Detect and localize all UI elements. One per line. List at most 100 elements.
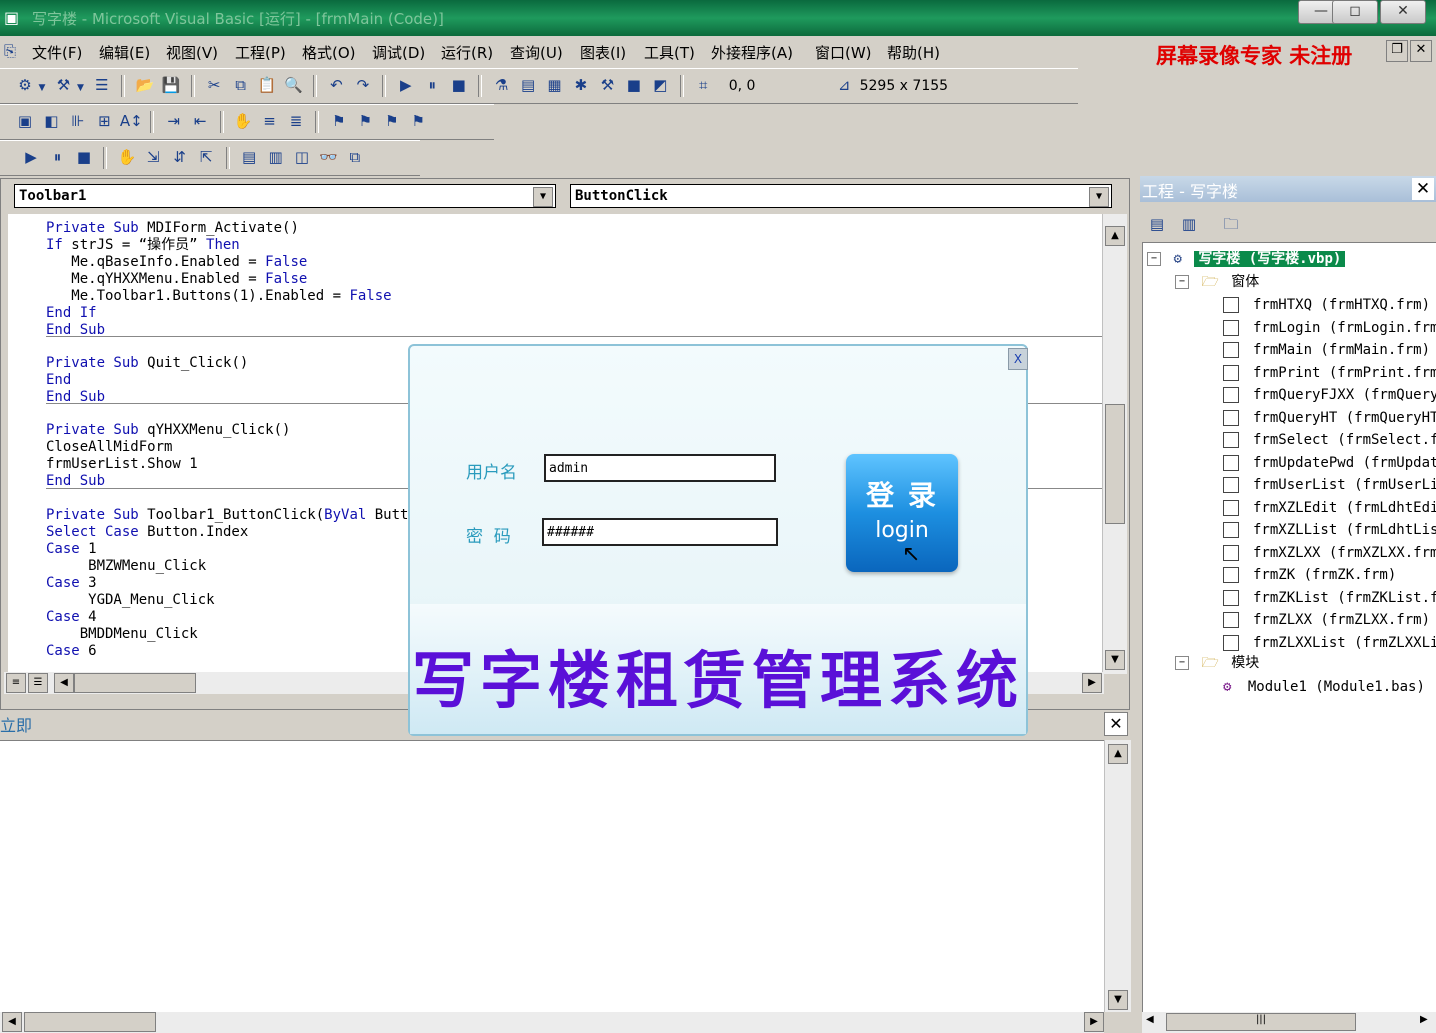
code-vertical-scrollbar[interactable]: ▲ ▼ [1102,214,1127,674]
list-item[interactable]: frmMain (frmMain.frm) [1223,340,1430,360]
bring-to-front-icon[interactable]: ▣ [14,111,36,131]
locals-window-icon[interactable]: ▤ [238,147,260,167]
form-layout-icon[interactable]: ▦ [544,75,566,95]
comment-block-icon[interactable]: ≡ [259,111,281,131]
debug-start-icon[interactable]: ▶ [20,147,42,167]
scroll-left-icon[interactable]: ◀ [54,673,74,693]
project-horizontal-scrollbar[interactable]: ◀ ||| ▶ [1142,1012,1436,1033]
debug-breakpoint-icon[interactable]: ✋ [116,147,138,167]
hscroll-thumb[interactable] [24,1012,156,1032]
previous-bookmark-icon[interactable]: ⚑ [381,111,403,131]
debug-break-icon[interactable]: ⏸ [46,147,68,167]
chevron-down-icon[interactable]: ▼ [533,187,553,207]
view-code-icon[interactable]: ▤ [1146,214,1168,234]
list-item[interactable]: frmQueryFJXX (frmQuery [1223,385,1436,405]
menu-edit[interactable]: 编辑(E) [99,42,150,63]
menu-window[interactable]: 窗口(W) [815,42,872,63]
list-item[interactable]: frmSelect (frmSelect.f [1223,430,1436,450]
scroll-right-icon[interactable]: ▶ [1084,1012,1104,1032]
hscroll-thumb[interactable] [74,673,196,693]
list-item[interactable]: frmZKList (frmZKList.f [1223,588,1436,608]
scroll-left-icon[interactable]: ◀ [1146,1014,1154,1025]
immediate-window[interactable] [0,740,1104,1013]
uncomment-block-icon[interactable]: ≣ [285,111,307,131]
debug-end-icon[interactable]: ■ [73,147,95,167]
paste-icon[interactable]: 📋 [256,75,278,95]
menu-help[interactable]: 帮助(H) [887,42,940,63]
step-into-icon[interactable]: ⇲ [142,147,164,167]
menu-file[interactable]: 文件(F) [32,42,82,63]
call-stack-icon[interactable]: ⧉ [344,147,366,167]
list-item[interactable]: frmLogin (frmLogin.frm [1223,318,1436,338]
menu-project[interactable]: 工程(P) [235,42,286,63]
start-icon[interactable]: ▶ [395,75,417,95]
step-over-icon[interactable]: ⇵ [169,147,191,167]
menu-run[interactable]: 运行(R) [441,42,493,63]
menu-tools[interactable]: 工具(T) [644,42,695,63]
add-project-icon[interactable]: ⚙ [14,75,36,95]
tree-folder-forms[interactable]: − 🗁 窗体 [1175,272,1259,292]
chevron-down-icon[interactable]: ▼ [1089,187,1109,207]
object-browser-icon[interactable]: ✱ [570,75,592,95]
tree-root[interactable]: − ⚙ 写字楼 (写字楼.vbp) [1147,249,1346,269]
scroll-thumb[interactable] [1105,404,1125,524]
procedure-combo[interactable]: ButtonClick ▼ [570,184,1112,208]
data-view-icon[interactable]: ■ [623,75,645,95]
login-close-button[interactable]: X [1008,348,1028,370]
immediate-vertical-scrollbar[interactable]: ▲ ▼ [1104,740,1131,1012]
undo-icon[interactable]: ↶ [325,75,347,95]
hscroll-thumb[interactable]: ||| [1166,1013,1356,1031]
tree-folder-modules[interactable]: − 🗁 模块 [1175,653,1259,673]
menu-query[interactable]: 查询(U) [510,42,563,63]
visual-component-icon[interactable]: ◩ [649,75,671,95]
align-icon[interactable]: ⊪ [67,111,89,131]
mdi-restore-button[interactable]: ❐ [1386,40,1408,62]
list-item[interactable]: frmQueryHT (frmQueryHT [1223,408,1436,428]
next-bookmark-icon[interactable]: ⚑ [354,111,376,131]
scroll-up-icon[interactable]: ▲ [1108,744,1128,764]
outdent-icon[interactable]: ⇤ [189,111,211,131]
full-module-view-icon[interactable]: ☰ [28,673,48,693]
immediate-close-icon[interactable]: ✕ [1104,712,1128,736]
send-to-back-icon[interactable]: ◧ [40,111,62,131]
add-form-icon[interactable]: ⚒ [52,75,74,95]
list-item[interactable]: frmXZLEdit (frmLdhtEdi [1223,498,1436,518]
list-item[interactable]: ⚙ Module1 (Module1.bas) [1223,677,1425,697]
username-input[interactable] [544,454,776,482]
project-close-icon[interactable]: ✕ [1412,178,1434,200]
menu-format[interactable]: 格式(O) [302,42,356,63]
list-item[interactable]: frmPrint (frmPrint.frm [1223,363,1436,383]
object-combo[interactable]: Toolbar1 ▼ [14,184,556,208]
menu-chart[interactable]: 图表(I) [580,42,626,63]
end-icon[interactable]: ■ [448,75,470,95]
redo-icon[interactable]: ↷ [352,75,374,95]
menu-view[interactable]: 视图(V) [166,42,218,63]
close-button[interactable]: ✕ [1380,0,1426,24]
immediate-window-icon[interactable]: ▥ [265,147,287,167]
list-item[interactable]: frmZLXXList (frmZLXXLi [1223,633,1436,653]
list-item[interactable]: frmZLXX (frmZLXX.frm) [1223,610,1430,630]
scroll-right-icon[interactable]: ▶ [1420,1014,1428,1025]
project-tree[interactable]: − ⚙ 写字楼 (写字楼.vbp) − 🗁 窗体 frmHTXQ (frmHTX… [1142,242,1436,1014]
list-item[interactable]: frmXZLList (frmLdhtLis [1223,520,1436,540]
scroll-right-icon[interactable]: ▶ [1082,673,1102,693]
cut-icon[interactable]: ✂ [203,75,225,95]
save-icon[interactable]: 💾 [160,75,182,95]
project-explorer-icon[interactable]: ⚗ [491,75,513,95]
step-out-icon[interactable]: ⇱ [195,147,217,167]
center-icon[interactable]: ⊞ [93,111,115,131]
quick-watch-icon[interactable]: 👓 [317,147,339,167]
copy-icon[interactable]: ⧉ [230,75,252,95]
list-item[interactable]: frmHTXQ (frmHTXQ.frm) [1223,295,1430,315]
watch-window-icon[interactable]: ◫ [291,147,313,167]
bookmark-icon[interactable]: ⚑ [328,111,350,131]
size-to-grid-icon[interactable]: A↕ [120,111,143,131]
list-item[interactable]: frmZK (frmZK.frm) [1223,565,1396,585]
break-icon[interactable]: ⏸ [421,75,443,95]
indent-icon[interactable]: ⇥ [163,111,185,131]
toolbox-icon[interactable]: ⚒ [596,75,618,95]
view-object-icon[interactable]: ▥ [1178,214,1200,234]
list-item[interactable]: frmUpdatePwd (frmUpdat [1223,453,1436,473]
scroll-down-icon[interactable]: ▼ [1105,650,1125,670]
mdi-close-button[interactable]: ✕ [1410,40,1432,62]
